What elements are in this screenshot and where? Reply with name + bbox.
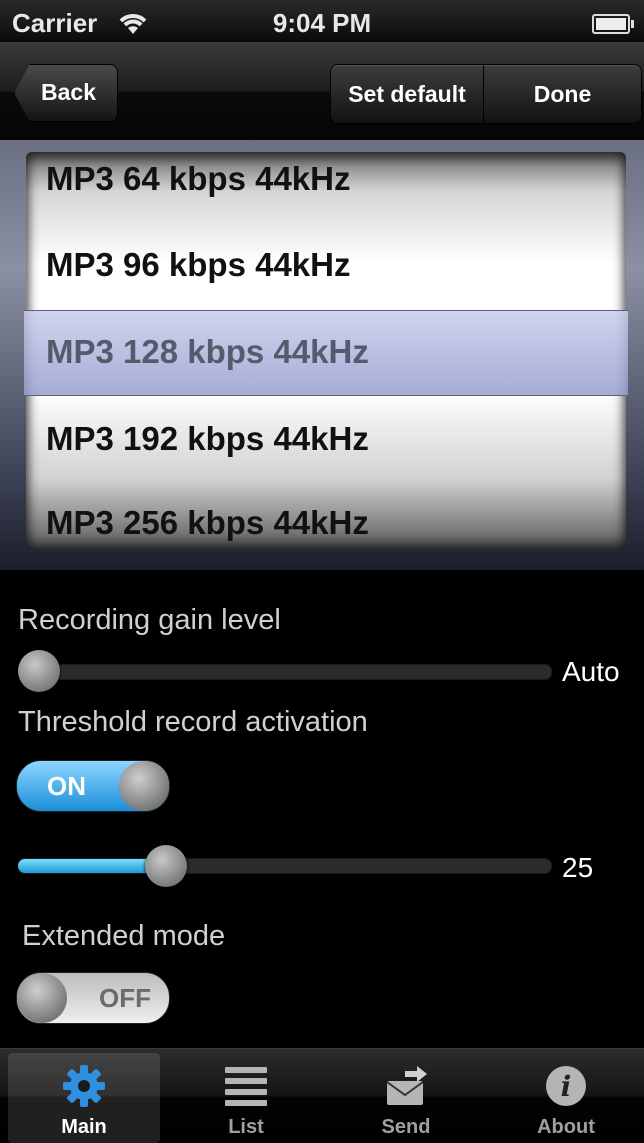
tab-list-label: List [228, 1116, 264, 1138]
tab-send-label: Send [381, 1116, 431, 1138]
tab-about[interactable]: i About [490, 1053, 642, 1143]
extended-mode-toggle[interactable]: OFF [16, 972, 170, 1024]
picker-selected-option: MP3 128 kbps 44kHz [46, 333, 369, 370]
threshold-value: 25 [562, 852, 594, 883]
threshold-toggle-state: ON [47, 771, 86, 801]
set-default-button[interactable]: Set default [330, 64, 484, 124]
tab-about-label: About [537, 1116, 595, 1138]
battery-icon [592, 14, 634, 34]
navigation-bar: Back Set default Done [0, 42, 644, 141]
gain-label: Recording gain level [18, 604, 281, 636]
tab-list[interactable]: List [170, 1053, 322, 1143]
threshold-slider-thumb[interactable] [145, 845, 188, 887]
info-icon: i [546, 1066, 586, 1106]
gain-slider-track[interactable] [18, 664, 552, 680]
picker-option[interactable]: MP3 192 kbps 44kHz [46, 420, 369, 458]
done-label: Done [533, 81, 592, 107]
tab-main-label: Main [61, 1116, 107, 1138]
extended-mode-toggle-state: OFF [99, 983, 151, 1013]
send-envelope-icon [386, 1066, 427, 1105]
threshold-slider-fill [18, 859, 167, 873]
threshold-label: Threshold record activation [18, 706, 368, 738]
tab-main[interactable]: Main [8, 1053, 160, 1143]
tab-send[interactable]: Send [330, 1053, 482, 1143]
extended-mode-label: Extended mode [22, 920, 226, 952]
clock: 9:04 PM [272, 8, 372, 38]
gear-icon [63, 1065, 105, 1107]
back-button-label: Back [41, 79, 96, 105]
list-icon [225, 1067, 267, 1106]
gain-value: Auto [562, 656, 620, 687]
back-button[interactable]: Back [14, 64, 118, 122]
set-default-label: Set default [348, 81, 466, 107]
svg-text:i: i [561, 1070, 572, 1103]
picker-option[interactable]: MP3 256 kbps 44kHz [46, 504, 369, 542]
threshold-toggle[interactable]: ON [16, 760, 170, 812]
done-button[interactable]: Done [483, 64, 642, 124]
tab-bar: Main List Send i About [0, 1048, 644, 1143]
status-bar: Carrier 9:04 PM [0, 0, 644, 42]
picker-option[interactable]: MP3 96 kbps 44kHz [46, 246, 350, 284]
gain-slider-thumb[interactable] [18, 650, 60, 692]
threshold-toggle-knob [119, 761, 169, 811]
extended-mode-toggle-knob [17, 973, 67, 1023]
picker-option[interactable]: MP3 64 kbps 44kHz [46, 160, 350, 198]
picker-selection-bar[interactable]: MP3 128 kbps 44kHz [24, 310, 628, 396]
